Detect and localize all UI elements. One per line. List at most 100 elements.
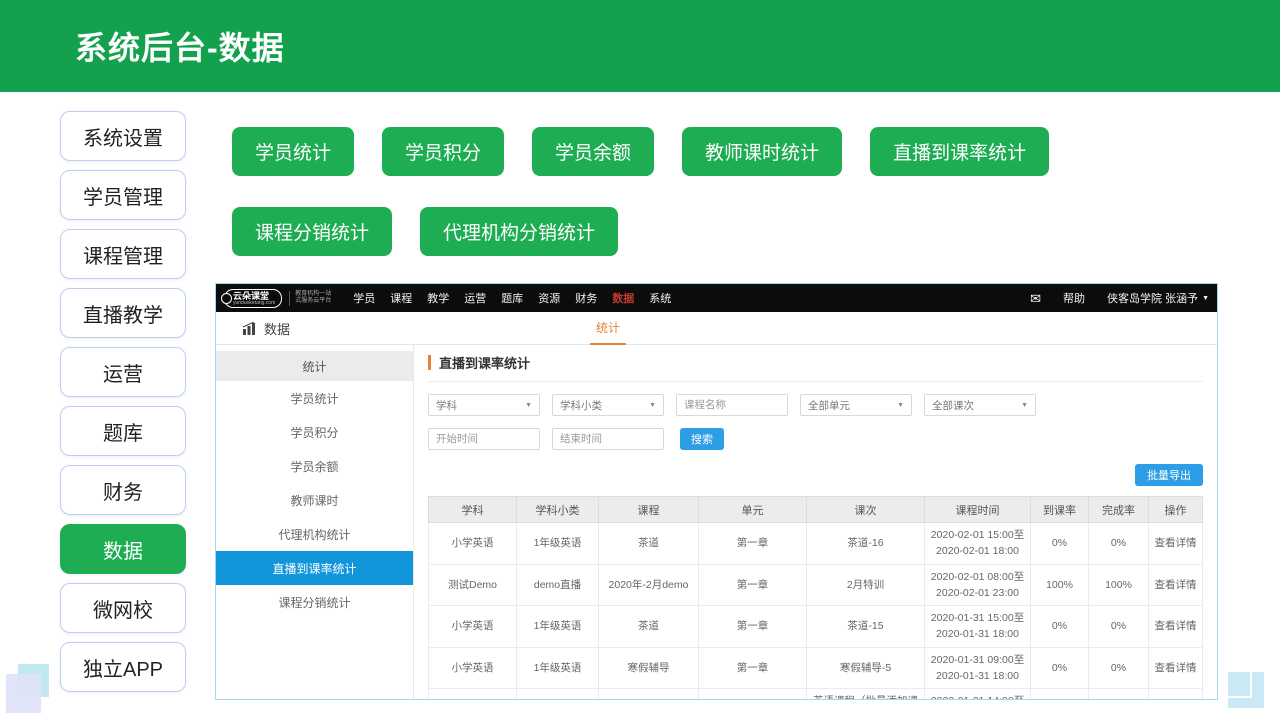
admin-body: 统计 学员统计 学员积分 学员余额 教师课时 代理机构统计 直播到课率统计 课程… [216, 345, 1217, 700]
chevron-down-icon: ▼ [897, 402, 904, 409]
admin-topnav: 云朵课堂 yunduoketang.com 教育机构一站 式服务云平台 学员 课… [216, 284, 1217, 312]
export-row: 批量导出 [428, 464, 1203, 486]
table-row: 小学英语 1年级英语 茶道 第一章 茶道-16 2020-02-01 15:00… [429, 523, 1203, 565]
sidebar-item-student-mgmt[interactable]: 学员管理 [60, 170, 186, 220]
attendance-table: 学科 学科小类 课程 单元 课次 课程时间 到课率 完成率 操作 [428, 496, 1203, 700]
filter-row-1: 学科 ▼ 学科小类 ▼ 全部单元 ▼ 全部课次 ▼ [428, 394, 1203, 416]
table-row: 小学英语 1年级英语 茶道 第一章 茶道-15 2020-01-31 15:00… [429, 606, 1203, 648]
sidebar-item-data[interactable]: 数据 [60, 524, 186, 574]
sidebar-item-micro-school[interactable]: 微网校 [60, 583, 186, 633]
panel-item-live-attendance-stats[interactable]: 直播到课率统计 [216, 551, 413, 585]
nav-item-courses[interactable]: 课程 [390, 290, 412, 306]
account-menu[interactable]: 侠客岛学院 张涵予 ▼ [1107, 290, 1209, 306]
view-details-link[interactable]: 查看详情 [1149, 689, 1203, 700]
end-time-input[interactable] [552, 428, 664, 450]
nav-item-resources[interactable]: 资源 [538, 290, 560, 306]
page-header: 系统后台-数据 [0, 0, 1280, 92]
view-details-link[interactable]: 查看详情 [1149, 523, 1203, 565]
breadcrumb: 数据 [242, 319, 290, 338]
view-details-link[interactable]: 查看详情 [1149, 647, 1203, 689]
col-attendance-rate: 到课率 [1031, 497, 1089, 523]
stats-panel-header: 统计 [216, 351, 413, 381]
unit-select[interactable]: 全部单元 ▼ [800, 394, 912, 416]
bar-chart-icon [242, 322, 257, 335]
start-time-input[interactable] [428, 428, 540, 450]
brand-tagline: 教育机构一站 式服务云平台 [295, 291, 331, 305]
col-actions: 操作 [1149, 497, 1203, 523]
nav-item-students[interactable]: 学员 [353, 290, 375, 306]
admin-screenshot: 云朵课堂 yunduoketang.com 教育机构一站 式服务云平台 学员 课… [215, 283, 1218, 700]
sidebar-item-question-bank[interactable]: 题库 [60, 406, 186, 456]
quick-buttons-row-2: 课程分销统计 代理机构分销统计 [232, 207, 1132, 256]
batch-export-button[interactable]: 批量导出 [1135, 464, 1203, 486]
brand-logo: 云朵课堂 yunduoketang.com 教育机构一站 式服务云平台 [224, 289, 331, 308]
sidebar-item-finance[interactable]: 财务 [60, 465, 186, 515]
table-header-row: 学科 学科小类 课程 单元 课次 课程时间 到课率 完成率 操作 [429, 497, 1203, 523]
view-details-link[interactable]: 查看详情 [1149, 606, 1203, 648]
tab-statistics[interactable]: 统计 [590, 312, 626, 345]
account-name: 侠客岛学院 张涵予 [1107, 290, 1198, 306]
sidebar-item-course-mgmt[interactable]: 课程管理 [60, 229, 186, 279]
panel-item-teacher-hours[interactable]: 教师课时 [216, 483, 413, 517]
sidebar-item-live-teaching[interactable]: 直播教学 [60, 288, 186, 338]
chevron-down-icon: ▼ [1021, 402, 1028, 409]
col-category: 学科小类 [517, 497, 599, 523]
sidebar-item-operations[interactable]: 运营 [60, 347, 186, 397]
stats-main: 直播到课率统计 学科 ▼ 学科小类 ▼ 全部单元 ▼ [414, 345, 1217, 700]
decoration-square-right-outline [1220, 666, 1252, 698]
panel-item-course-distribution-stats[interactable]: 课程分销统计 [216, 585, 413, 619]
help-link[interactable]: 帮助 [1063, 290, 1085, 306]
panel-item-student-stats[interactable]: 学员统计 [216, 381, 413, 415]
envelope-icon[interactable]: ✉ [1030, 292, 1041, 305]
quick-button-agency-distribution-stats[interactable]: 代理机构分销统计 [420, 207, 618, 256]
col-unit: 单元 [699, 497, 807, 523]
table-row: 小学英语 1年级英语 寒假辅导 第一章 寒假辅导-5 2020-01-31 09… [429, 647, 1203, 689]
title-accent-bar [428, 355, 431, 370]
panel-item-agency-stats[interactable]: 代理机构统计 [216, 517, 413, 551]
sidebar: 系统设置 学员管理 课程管理 直播教学 运营 题库 财务 数据 微网校 独立AP… [60, 111, 186, 692]
col-lesson: 课次 [807, 497, 925, 523]
col-subject: 学科 [429, 497, 517, 523]
subject-category-select[interactable]: 学科小类 ▼ [552, 394, 664, 416]
chevron-down-icon: ▼ [649, 402, 656, 409]
subject-select[interactable]: 学科 ▼ [428, 394, 540, 416]
course-name-input[interactable] [676, 394, 788, 416]
search-button[interactable]: 搜索 [680, 428, 724, 450]
table-row: 小学英语 1年级英语 寒假辅导 28号章节 英语课程（批量添加课次）-3 202… [429, 689, 1203, 700]
nav-item-finance[interactable]: 财务 [575, 290, 597, 306]
sidebar-item-system-settings[interactable]: 系统设置 [60, 111, 186, 161]
page: 系统后台-数据 系统设置 学员管理 课程管理 直播教学 运营 题库 财务 数据 … [0, 0, 1280, 720]
admin-nav-menu: 学员 课程 教学 运营 题库 资源 财务 数据 系统 [353, 290, 671, 306]
col-completion-rate: 完成率 [1089, 497, 1149, 523]
quick-buttons: 学员统计 学员积分 学员余额 教师课时统计 直播到课率统计 课程分销统计 代理机… [232, 127, 1132, 287]
stats-panel: 统计 学员统计 学员积分 学员余额 教师课时 代理机构统计 直播到课率统计 课程… [216, 345, 414, 700]
chevron-down-icon: ▼ [525, 402, 532, 409]
quick-button-teacher-hours-stats[interactable]: 教师课时统计 [682, 127, 842, 176]
table-row: 测试Demo demo直播 2020年-2月demo 第一章 2月特训 2020… [429, 564, 1203, 606]
view-details-link[interactable]: 查看详情 [1149, 564, 1203, 606]
col-time: 课程时间 [925, 497, 1031, 523]
filter-row-2: 搜索 [428, 428, 1203, 450]
quick-button-live-attendance-stats[interactable]: 直播到课率统计 [870, 127, 1049, 176]
nav-item-teaching[interactable]: 教学 [427, 290, 449, 306]
nav-item-operations[interactable]: 运营 [464, 290, 486, 306]
panel-item-student-balance[interactable]: 学员余额 [216, 449, 413, 483]
quick-button-student-points[interactable]: 学员积分 [382, 127, 504, 176]
breadcrumb-label: 数据 [264, 319, 290, 338]
nav-item-system[interactable]: 系统 [649, 290, 671, 306]
quick-buttons-row-1: 学员统计 学员积分 学员余额 教师课时统计 直播到课率统计 [232, 127, 1132, 176]
page-title: 系统后台-数据 [75, 23, 285, 69]
quick-button-student-balance[interactable]: 学员余额 [532, 127, 654, 176]
lesson-select[interactable]: 全部课次 ▼ [924, 394, 1036, 416]
quick-button-course-distribution-stats[interactable]: 课程分销统计 [232, 207, 392, 256]
panel-item-student-points[interactable]: 学员积分 [216, 415, 413, 449]
section-title-row: 直播到课率统计 [428, 353, 1203, 382]
col-course: 课程 [599, 497, 699, 523]
nav-item-data[interactable]: 数据 [612, 290, 634, 306]
sidebar-item-standalone-app[interactable]: 独立APP [60, 642, 186, 692]
cloud-logo-icon: 云朵课堂 yunduoketang.com [224, 289, 282, 308]
admin-nav-right: ✉ 帮助 侠客岛学院 张涵予 ▼ [1030, 290, 1209, 306]
quick-button-student-stats[interactable]: 学员统计 [232, 127, 354, 176]
nav-item-question-bank[interactable]: 题库 [501, 290, 523, 306]
section-title: 直播到课率统计 [439, 353, 530, 372]
